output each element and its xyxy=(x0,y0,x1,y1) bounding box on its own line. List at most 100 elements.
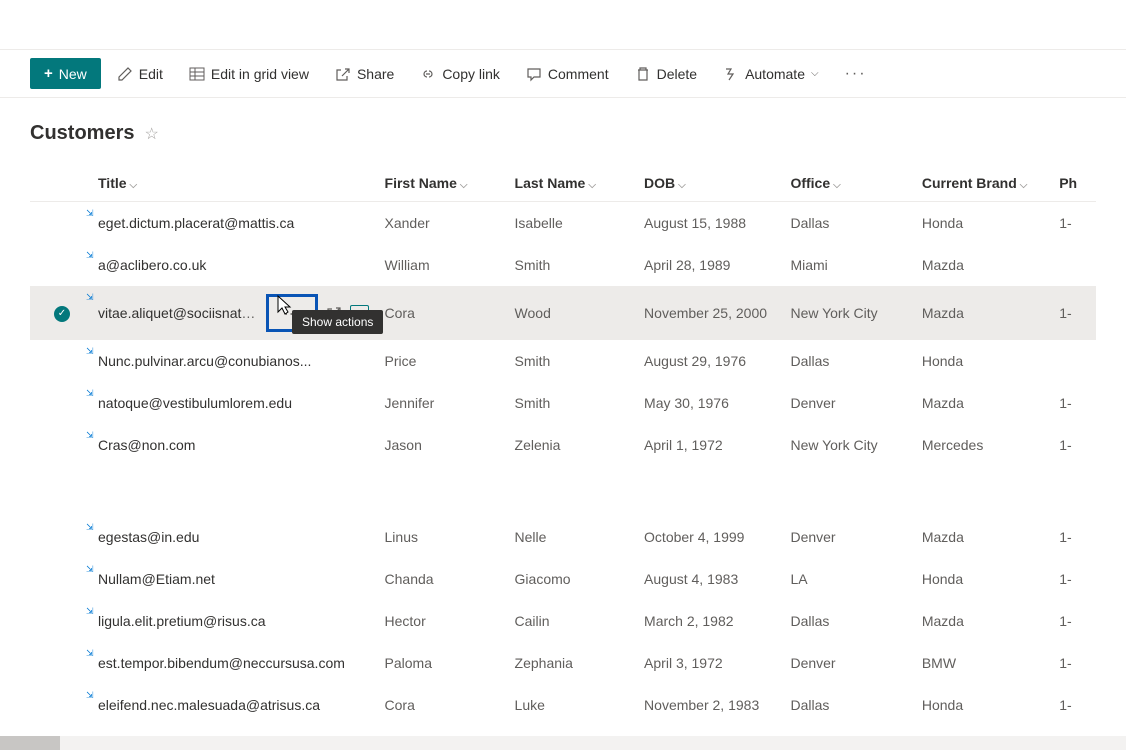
item-title-link[interactable]: vitae.aliquet@sociisnato... xyxy=(98,305,258,321)
edit-grid-button[interactable]: Edit in grid view xyxy=(179,60,319,88)
share-button[interactable]: Share xyxy=(325,60,404,88)
table-row[interactable]: ⇲natoque@vestibulumlorem.eduJenniferSmit… xyxy=(30,382,1096,424)
cell-last: Wood xyxy=(507,286,637,340)
cell-office: LA xyxy=(782,558,913,600)
table-row[interactable]: ⇲Nullam@Etiam.netChandaGiacomoAugust 4, … xyxy=(30,558,1096,600)
new-button[interactable]: + New xyxy=(30,58,101,89)
cell-phone: 1- xyxy=(1051,684,1096,726)
cell-phone: 1- xyxy=(1051,558,1096,600)
cell-first: Jason xyxy=(377,424,507,466)
scrollbar-thumb[interactable] xyxy=(0,736,60,750)
cell-office: New York City xyxy=(782,286,913,340)
cell-first: Xander xyxy=(377,202,507,244)
table-row[interactable]: ⇲est.tempor.bibendum@neccursusa.comPalom… xyxy=(30,642,1096,684)
column-title[interactable]: Title⌵ xyxy=(78,165,377,202)
item-title-link[interactable]: Nunc.pulvinar.arcu@conubianos... xyxy=(98,353,311,369)
item-title-link[interactable]: Cras@non.com xyxy=(98,437,195,453)
item-title-link[interactable]: est.tempor.bibendum@neccursusa.com xyxy=(98,655,345,671)
cell-last: Luke xyxy=(507,684,637,726)
table-header-row: Title⌵ First Name⌵ Last Name⌵ DOB⌵ Offic… xyxy=(30,165,1096,202)
table-row[interactable]: ⇲ligula.elit.pretium@risus.caHectorCaili… xyxy=(30,600,1096,642)
item-indicator-icon: ⇲ xyxy=(86,564,94,575)
item-indicator-icon: ⇲ xyxy=(86,648,94,659)
column-dob[interactable]: DOB⌵ xyxy=(636,165,782,202)
edit-label: Edit xyxy=(139,66,163,82)
share-icon xyxy=(335,66,351,82)
cell-last: Zephania xyxy=(507,642,637,684)
check-icon[interactable]: ✓ xyxy=(54,306,70,322)
cell-brand: Mazda xyxy=(914,286,1051,340)
list-header: Customers ☆ xyxy=(30,122,1096,145)
copy-link-button[interactable]: Copy link xyxy=(410,60,510,88)
item-title-link[interactable]: ligula.elit.pretium@risus.ca xyxy=(98,613,266,629)
comment-button[interactable]: Comment xyxy=(516,60,619,88)
cell-last: Zelenia xyxy=(507,424,637,466)
item-indicator-icon: ⇲ xyxy=(86,346,94,357)
cell-dob: November 2, 1983 xyxy=(636,684,782,726)
table-row[interactable]: ⇲Nunc.pulvinar.arcu@conubianos...PriceSm… xyxy=(30,340,1096,382)
cell-office: Dallas xyxy=(782,340,913,382)
cell-first: Cora xyxy=(377,684,507,726)
cell-office: Dallas xyxy=(782,202,913,244)
edit-grid-label: Edit in grid view xyxy=(211,66,309,82)
item-title-link[interactable]: egestas@in.edu xyxy=(98,529,199,545)
column-phone[interactable]: Ph xyxy=(1051,165,1096,202)
chevron-down-icon: ⌵ xyxy=(588,180,596,191)
table-row[interactable]: ⇲eget.dictum.placerat@mattis.caXanderIsa… xyxy=(30,202,1096,244)
cell-dob: November 25, 2000 xyxy=(636,286,782,340)
cell-last: Smith xyxy=(507,382,637,424)
table-row[interactable]: ⇲egestas@in.eduLinusNelleOctober 4, 1999… xyxy=(30,516,1096,558)
cell-dob: April 28, 1989 xyxy=(636,244,782,286)
column-office[interactable]: Office⌵ xyxy=(782,165,913,202)
cell-dob: April 3, 1972 xyxy=(636,642,782,684)
cell-brand: Honda xyxy=(914,340,1051,382)
command-bar: + New Edit Edit in grid view Share Copy … xyxy=(0,50,1126,98)
cell-last: Smith xyxy=(507,244,637,286)
item-indicator-icon: ⇲ xyxy=(86,388,94,399)
cell-dob: April 1, 1972 xyxy=(636,424,782,466)
cell-phone xyxy=(1051,244,1096,286)
cell-phone xyxy=(1051,340,1096,382)
cell-office: New York City xyxy=(782,424,913,466)
cell-last: Smith xyxy=(507,340,637,382)
favorite-star-icon[interactable]: ☆ xyxy=(144,124,158,144)
column-select[interactable] xyxy=(30,165,78,202)
delete-label: Delete xyxy=(657,66,697,82)
chevron-down-icon: ⌵ xyxy=(678,180,686,191)
automate-button[interactable]: Automate ⌵ xyxy=(713,60,829,88)
table-row[interactable]: ⇲Cras@non.comJasonZeleniaApril 1, 1972Ne… xyxy=(30,424,1096,466)
automate-label: Automate xyxy=(745,66,805,82)
item-title-link[interactable]: eleifend.nec.malesuada@atrisus.ca xyxy=(98,697,320,713)
item-title-link[interactable]: Nullam@Etiam.net xyxy=(98,571,215,587)
cell-brand: Mazda xyxy=(914,516,1051,558)
cell-first: Chanda xyxy=(377,558,507,600)
column-brand[interactable]: Current Brand⌵ xyxy=(914,165,1051,202)
cell-brand: Honda xyxy=(914,558,1051,600)
table-row[interactable]: ⇲ eleifend.nec.malesuada@atrisus.ca CoraLu… xyxy=(30,684,1096,726)
item-indicator-icon: ⇲ xyxy=(86,292,94,303)
cell-last: Nelle xyxy=(507,516,637,558)
item-title-link[interactable]: a@aclibero.co.uk xyxy=(98,257,206,273)
item-indicator-icon: ⇲ xyxy=(86,606,94,617)
table-row[interactable]: ✓⇲vitae.aliquet@sociisnato...⋮•••CoraWoo… xyxy=(30,286,1096,340)
item-indicator-icon: ⇲ xyxy=(86,690,94,701)
cell-brand: Mazda xyxy=(914,244,1051,286)
cell-first: Hector xyxy=(377,600,507,642)
cursor-icon xyxy=(274,294,294,323)
horizontal-scrollbar[interactable] xyxy=(0,736,1126,750)
item-indicator-icon: ⇲ xyxy=(86,522,94,533)
item-title-link[interactable]: natoque@vestibulumlorem.edu xyxy=(98,395,292,411)
cell-dob: August 29, 1976 xyxy=(636,340,782,382)
cell-dob: October 4, 1999 xyxy=(636,516,782,558)
edit-button[interactable]: Edit xyxy=(107,60,173,88)
cell-phone: 1- xyxy=(1051,600,1096,642)
cell-brand: Mercedes xyxy=(914,424,1051,466)
share-label: Share xyxy=(357,66,394,82)
column-first-name[interactable]: First Name⌵ xyxy=(377,165,507,202)
column-last-name[interactable]: Last Name⌵ xyxy=(507,165,637,202)
trash-icon xyxy=(635,66,651,82)
table-row[interactable]: ⇲a@aclibero.co.ukWilliamSmithApril 28, 1… xyxy=(30,244,1096,286)
delete-button[interactable]: Delete xyxy=(625,60,707,88)
more-commands-button[interactable]: ··· xyxy=(835,59,877,89)
item-title-link[interactable]: eget.dictum.placerat@mattis.ca xyxy=(98,215,294,231)
